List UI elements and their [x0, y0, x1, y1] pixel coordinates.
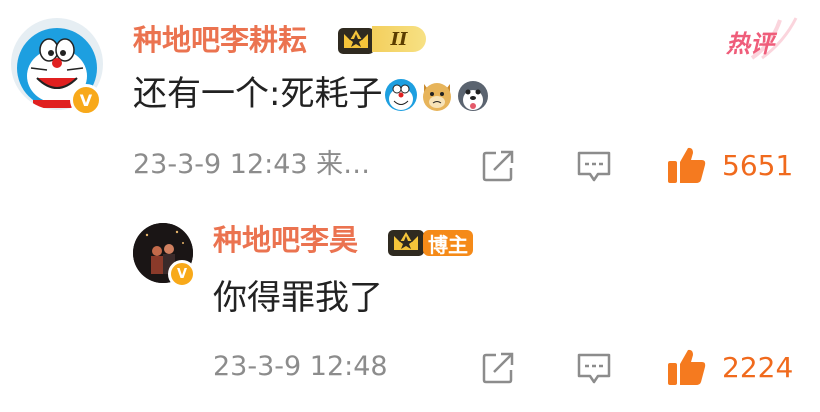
- verified-mark: V: [79, 90, 93, 110]
- verified-icon: V: [168, 260, 196, 288]
- username[interactable]: 种地吧李耕耘: [133, 20, 307, 60]
- cat-emoji-icon: [420, 77, 454, 111]
- husky-emoji-icon: [456, 77, 490, 111]
- hot-comment-tag: 热评: [722, 14, 804, 62]
- crown-icon: [386, 222, 426, 258]
- hot-tag-label: 热评: [726, 30, 774, 58]
- comment-time: 23-3-9 12:43 来…: [133, 149, 371, 180]
- repost-icon[interactable]: [480, 148, 516, 184]
- doraemon-emoji-icon: [384, 77, 418, 111]
- thumbs-up-icon: [668, 147, 706, 183]
- verified-icon: V: [70, 84, 102, 116]
- like-button[interactable]: 2224: [666, 346, 793, 388]
- like-count: 5651: [722, 148, 794, 182]
- comment-text: 你得罪我了: [213, 278, 383, 318]
- username[interactable]: 种地吧李昊: [213, 220, 358, 260]
- reply-item: V 种地吧李昊 博主 你得罪我了 23-3-9 12:48 2224: [0, 200, 820, 412]
- reply-icon[interactable]: [576, 350, 612, 386]
- comment-item: V 种地吧李耕耘 II 热评 还有一个:死耗子 23-3-9 12:43 来… …: [0, 0, 820, 200]
- like-button[interactable]: 5651: [666, 144, 793, 186]
- blogger-badge: 博主: [423, 230, 473, 257]
- comment-text-body: 还有一个:死耗子: [133, 74, 383, 114]
- level-badge: II: [372, 26, 426, 52]
- comment-time: 23-3-9 12:48: [213, 351, 388, 382]
- verified-mark: V: [176, 266, 188, 282]
- comment-text: 还有一个:死耗子: [133, 70, 490, 118]
- like-count: 2224: [722, 350, 794, 384]
- reply-icon[interactable]: [576, 148, 612, 184]
- crown-icon: [336, 20, 376, 56]
- level-text: II: [390, 28, 408, 50]
- thumbs-up-icon: [668, 349, 706, 385]
- repost-icon[interactable]: [480, 350, 516, 386]
- blogger-badge-label: 博主: [428, 232, 468, 257]
